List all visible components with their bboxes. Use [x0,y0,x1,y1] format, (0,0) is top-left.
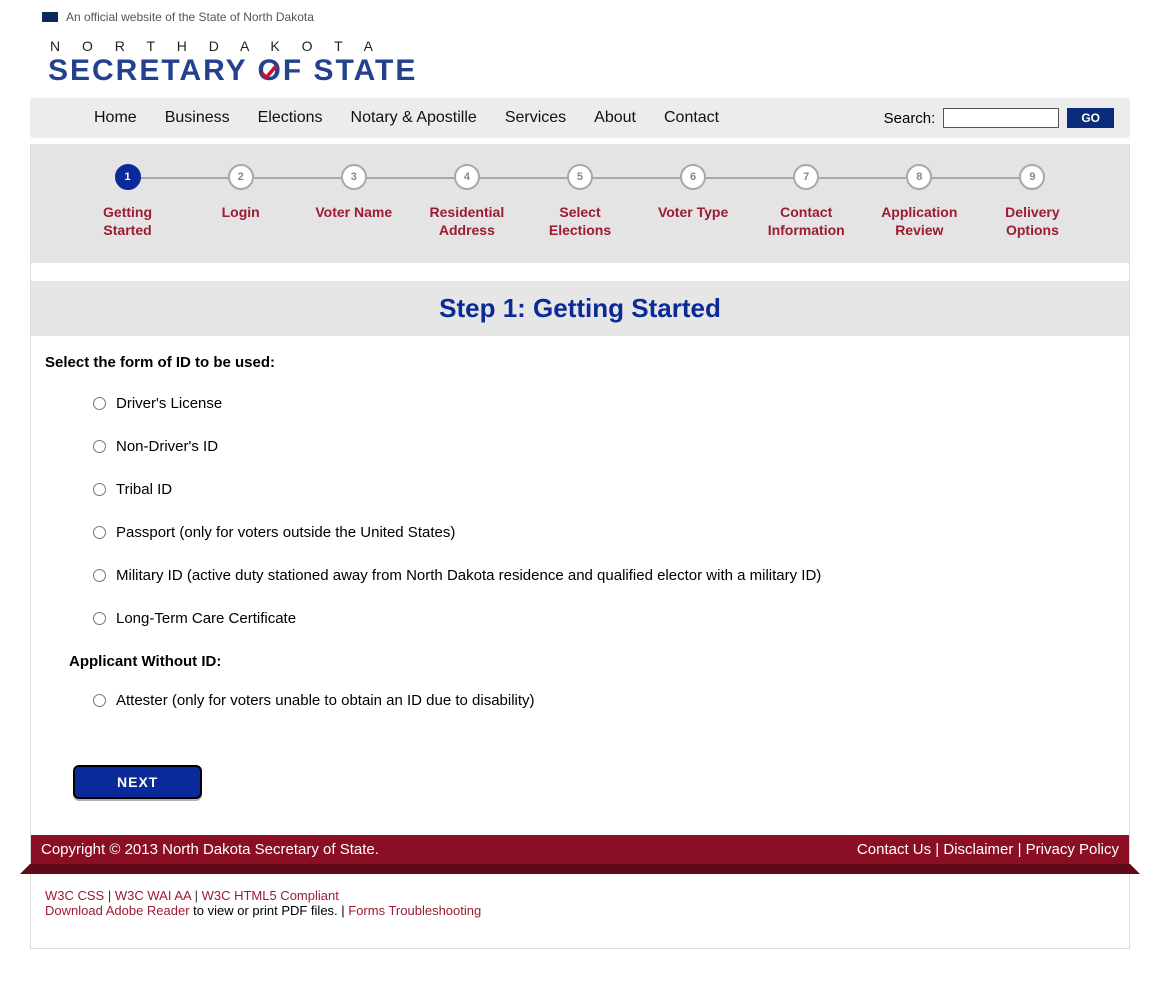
progress-step-7: 7 Contact Information [750,164,863,239]
nav-notary[interactable]: Notary & Apostille [351,109,477,127]
footer-privacy-link[interactable]: Privacy Policy [1026,841,1119,858]
radio-passport[interactable]: Passport (only for voters outside the Un… [93,524,1115,541]
nav-elections[interactable]: Elections [258,109,323,127]
copyright-text: Copyright © 2013 North Dakota Secretary … [41,841,379,858]
nav-home[interactable]: Home [94,109,137,127]
next-button[interactable]: NEXT [73,765,202,799]
radio-input-military-id[interactable] [93,569,106,582]
progress-indicator: 1 Getting Started 2 Login 3 Voter Name 4… [31,144,1129,263]
logo-top-text: N O R T H D A K O T A [50,38,1130,54]
radio-input-non-drivers-id[interactable] [93,440,106,453]
logo-main-text: SECRETARY OF STATE [48,56,1130,86]
radio-attester[interactable]: Attester (only for voters unable to obta… [93,692,1115,709]
progress-step-8: 8 Application Review [863,164,976,239]
radio-input-drivers-license[interactable] [93,397,106,410]
adobe-reader-link[interactable]: Download Adobe Reader [45,903,190,918]
radio-drivers-license[interactable]: Driver's License [93,395,1115,412]
checkmark-icon [260,64,278,82]
progress-step-5: 5 Select Elections [523,164,636,239]
progress-step-6: 6 Voter Type [637,164,750,222]
search-input[interactable] [943,108,1059,128]
step-title-bar: Step 1: Getting Started [31,281,1129,336]
sub-footer: W3C CSS | W3C WAI AA | W3C HTML5 Complia… [31,874,1129,948]
footer-disclaimer-link[interactable]: Disclaimer [943,841,1013,858]
step-title: Step 1: Getting Started [31,293,1129,324]
flag-icon [42,12,58,22]
w3c-wai-link[interactable]: W3C WAI AA [115,888,191,903]
forms-troubleshooting-link[interactable]: Forms Troubleshooting [348,903,481,918]
progress-step-3: 3 Voter Name [297,164,410,222]
footer-contact-link[interactable]: Contact Us [857,841,931,858]
official-text: An official website of the State of Nort… [66,10,314,24]
w3c-html5-link[interactable]: W3C HTML5 Compliant [202,888,339,903]
nav-services[interactable]: Services [505,109,566,127]
radio-input-tribal-id[interactable] [93,483,106,496]
form-prompt: Select the form of ID to be used: [45,354,1115,371]
radio-input-passport[interactable] [93,526,106,539]
footer-ribbon [30,864,1130,874]
radio-input-long-term-care[interactable] [93,612,106,625]
site-logo[interactable]: N O R T H D A K O T A SECRETARY OF STATE [30,30,1130,98]
radio-long-term-care[interactable]: Long-Term Care Certificate [93,610,1115,627]
search-label: Search: [884,110,936,127]
go-button[interactable]: GO [1067,108,1114,128]
nav-business[interactable]: Business [165,109,230,127]
w3c-css-link[interactable]: W3C CSS [45,888,104,903]
progress-step-9: 9 Delivery Options [976,164,1089,239]
official-banner: An official website of the State of Nort… [30,0,1130,30]
progress-step-4: 4 Residential Address [410,164,523,239]
main-nav: Home Business Elections Notary & Apostil… [30,98,1130,138]
radio-non-drivers-id[interactable]: Non-Driver's ID [93,438,1115,455]
nav-contact[interactable]: Contact [664,109,719,127]
footer-bar: Copyright © 2013 North Dakota Secretary … [31,835,1129,864]
radio-military-id[interactable]: Military ID (active duty stationed away … [93,567,1115,584]
radio-tribal-id[interactable]: Tribal ID [93,481,1115,498]
progress-step-1: 1 Getting Started [71,164,184,239]
sub-prompt: Applicant Without ID: [45,653,1115,670]
nav-about[interactable]: About [594,109,636,127]
progress-step-2: 2 Login [184,164,297,222]
radio-input-attester[interactable] [93,694,106,707]
